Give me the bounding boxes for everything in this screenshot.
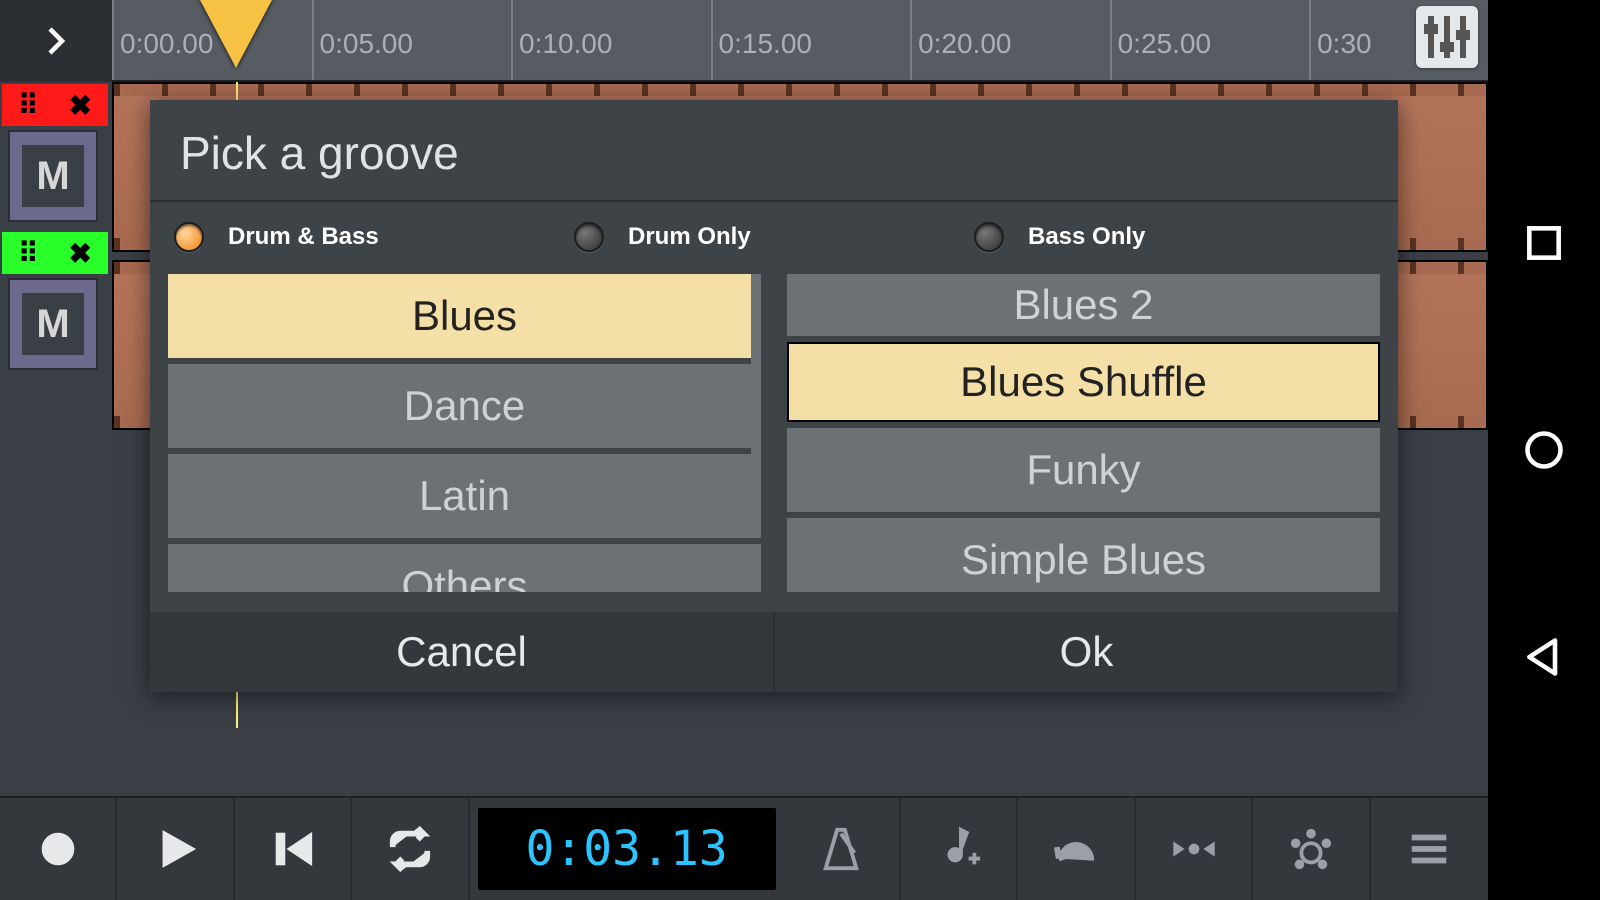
cancel-button[interactable]: Cancel xyxy=(150,612,775,692)
drag-handle-icon[interactable]: ⠿ xyxy=(18,237,37,270)
radio-drum-and-bass[interactable]: Drum & Bass xyxy=(174,222,574,252)
list-item[interactable]: Blues Shuffle xyxy=(787,342,1380,422)
track-header-2[interactable]: ⠿ ✖ M xyxy=(2,232,108,370)
timeline-tick: 0:20.00 xyxy=(910,0,1011,80)
undo-button[interactable] xyxy=(1018,798,1135,900)
radio-icon xyxy=(574,222,604,252)
pick-groove-dialog: Pick a groove Drum & Bass Drum Only Bass… xyxy=(150,100,1398,692)
drag-handle-icon[interactable]: ⠿ xyxy=(18,89,37,122)
expand-sidebar-button[interactable] xyxy=(0,0,112,82)
mute-button[interactable]: M xyxy=(8,278,98,370)
record-button[interactable] xyxy=(0,798,117,900)
timeline-tick: 0:10.00 xyxy=(511,0,612,80)
back-button[interactable] xyxy=(1522,635,1566,679)
rewind-button[interactable] xyxy=(235,798,352,900)
metronome-button[interactable] xyxy=(784,798,901,900)
timeline-tick: 0:25.00 xyxy=(1110,0,1211,80)
timeline-tick: 0:15.00 xyxy=(711,0,812,80)
timeline-tick: 0:05.00 xyxy=(312,0,413,80)
android-nav-bar xyxy=(1488,0,1600,900)
timeline-ruler[interactable]: 0:00.00 0:05.00 0:10.00 0:15.00 0:20.00 … xyxy=(112,0,1488,82)
radio-bass-only[interactable]: Bass Only xyxy=(974,222,1374,252)
mute-button[interactable]: M xyxy=(8,130,98,222)
loop-button[interactable] xyxy=(352,798,469,900)
list-item[interactable]: Blues 2 xyxy=(787,274,1380,336)
radio-icon xyxy=(974,222,1004,252)
ok-button[interactable]: Ok xyxy=(775,612,1398,692)
tuner-button[interactable] xyxy=(1253,798,1370,900)
track-header-column: ⠿ ✖ M ⠿ ✖ M xyxy=(0,82,112,380)
groove-category-list[interactable]: Blues Dance Latin Others xyxy=(168,274,761,592)
menu-button[interactable] xyxy=(1371,798,1488,900)
groove-preset-list[interactable]: Blues 2 Blues Shuffle Funky Simple Blues xyxy=(787,274,1380,592)
home-button[interactable] xyxy=(1522,428,1566,472)
transport-bar: 0:03.13 xyxy=(0,796,1488,900)
timeline-tick: 0:30 xyxy=(1309,0,1372,80)
list-item[interactable]: Others xyxy=(168,544,761,592)
mixer-button[interactable] xyxy=(1416,6,1478,68)
scrollbar[interactable] xyxy=(751,274,761,592)
dialog-title: Pick a groove xyxy=(150,100,1398,200)
list-item[interactable]: Latin xyxy=(168,454,761,538)
list-item[interactable]: Simple Blues xyxy=(787,518,1380,592)
list-item[interactable]: Dance xyxy=(168,364,761,448)
marker-button[interactable] xyxy=(1136,798,1253,900)
add-note-button[interactable] xyxy=(901,798,1018,900)
close-icon[interactable]: ✖ xyxy=(69,89,92,122)
list-item[interactable]: Blues xyxy=(168,274,761,358)
recent-apps-button[interactable] xyxy=(1522,221,1566,265)
radio-icon xyxy=(174,222,204,252)
track-header-1[interactable]: ⠿ ✖ M xyxy=(2,84,108,222)
play-button[interactable] xyxy=(117,798,234,900)
radio-drum-only[interactable]: Drum Only xyxy=(574,222,974,252)
timeline-tick: 0:00.00 xyxy=(112,0,213,80)
list-item[interactable]: Funky xyxy=(787,428,1380,512)
playhead-marker[interactable] xyxy=(200,0,272,68)
close-icon[interactable]: ✖ xyxy=(69,237,92,270)
time-display[interactable]: 0:03.13 xyxy=(478,808,776,890)
groove-mode-radio-group: Drum & Bass Drum Only Bass Only xyxy=(150,214,1398,274)
